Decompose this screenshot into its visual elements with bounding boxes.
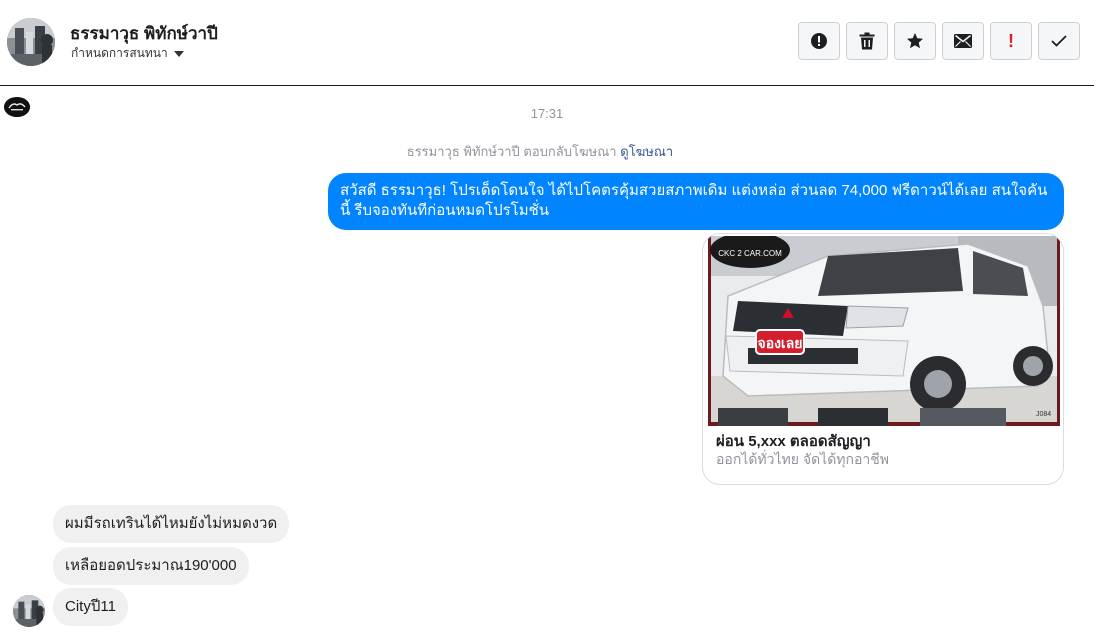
ad-description: ออกได้ทั่วไทย จัดได้ทุกอาชีพ [716,451,890,467]
incoming-message: เหลือยอดประมาณ190'000 [53,547,249,585]
assign-label: กำหนดการสนทนา [71,46,168,60]
incoming-message: ผมมีรถเทรินได้ไหมยังไม่หมดงวด [53,505,290,543]
ad-card[interactable]: CKC 2 CAR.COM จองเลย J084 ผ่อน 5,xxx ตลอ… [702,233,1064,485]
action-toolbar: ! [798,22,1080,60]
delete-button[interactable] [846,22,888,60]
ad-badge: จองเลย [757,336,802,352]
contact-avatar[interactable] [7,18,55,66]
ad-code: J084 [1036,411,1051,418]
ad-car-image: CKC 2 CAR.COM จองเลย J084 [708,236,1060,426]
important-button[interactable]: ! [990,22,1032,60]
exclamation-icon: ! [1008,31,1014,51]
mail-button[interactable] [942,22,984,60]
trash-icon [859,32,875,50]
ad-reply-note: ธรรมาวุธ พิทักษ์วาปี ตอบกลับโฆษณา ดูโฆษณ… [0,141,1080,162]
alert-circle-icon [811,33,827,49]
report-button[interactable] [798,22,840,60]
contact-name: ธรรมาวุธ พิทักษ์วาปี [70,24,218,43]
conversation-header: ธรรมาวุธ พิทักษ์วาปี กำหนดการสนทนา ! [0,0,1094,86]
star-button[interactable] [894,22,936,60]
caret-down-icon [173,51,184,57]
outgoing-message: สวัสดี ธรรมาวุธ! โปรเด็ดโดนใจ ได้ไปโคตรค… [328,173,1064,230]
star-icon [907,33,923,49]
envelope-icon [954,34,972,48]
done-button[interactable] [1038,22,1080,60]
contact-avatar-small[interactable] [13,595,45,627]
ad-watermark: CKC 2 CAR.COM [718,249,782,258]
view-ad-link[interactable]: ดูโฆษณา [620,144,673,159]
assign-conversation-dropdown[interactable]: กำหนดการสนทนา [71,44,184,63]
ad-reply-text: ธรรมาวุธ พิทักษ์วาปี ตอบกลับโฆษณา [406,144,617,159]
incoming-message: Cityปี11 [53,588,128,626]
message-timestamp: 17:31 [530,106,564,121]
checkmark-icon [1051,35,1067,47]
conversation-page: ธรรมาวุธ พิทักษ์วาปี กำหนดการสนทนา ! 17:… [0,0,1094,635]
